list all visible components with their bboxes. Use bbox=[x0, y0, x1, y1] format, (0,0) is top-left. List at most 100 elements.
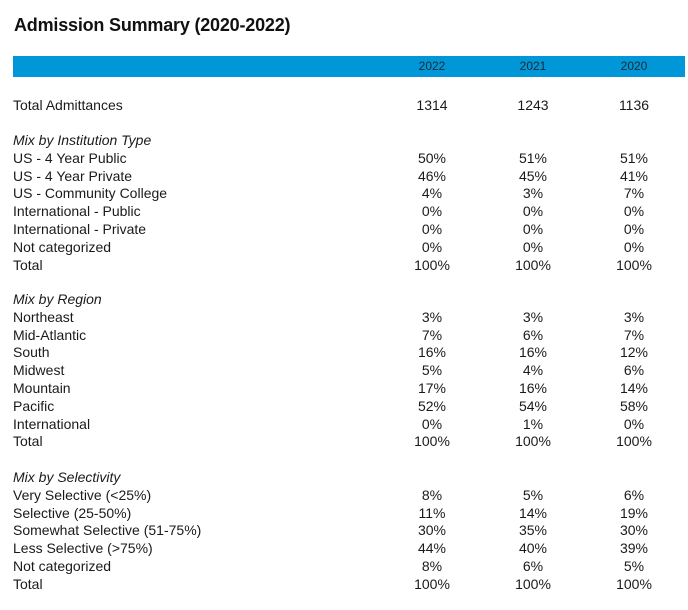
table-row: Total 100% 100% 100% bbox=[13, 432, 685, 450]
table-row: Pacific 52% 54% 58% bbox=[13, 397, 685, 415]
cell-value-2022: 50% bbox=[417, 149, 447, 166]
row-label: Northeast bbox=[13, 308, 74, 325]
cell-value-2021: 5% bbox=[522, 486, 544, 503]
table-row: Mountain 17% 16% 14% bbox=[13, 379, 685, 397]
cell-value-2021: 54% bbox=[518, 397, 548, 414]
year-header-2021: 2021 bbox=[519, 59, 547, 73]
table-row: Midwest 5% 4% 6% bbox=[13, 361, 685, 379]
row-label: Midwest bbox=[13, 362, 65, 379]
cell-value-2021: 100% bbox=[515, 256, 551, 273]
table-row: Not categorized 8% 6% 5% bbox=[13, 557, 685, 575]
cell-value-2020: 14% bbox=[619, 380, 649, 396]
cell-value-2022: 100% bbox=[414, 433, 450, 450]
cell-value-2020: 6% bbox=[623, 362, 645, 379]
cell-value-2021: 100% bbox=[515, 575, 551, 592]
row-label: International bbox=[13, 415, 91, 432]
table-row: International - Public 0% 0% 0% bbox=[13, 202, 685, 220]
table-row: International 0% 1% 0% bbox=[13, 415, 685, 433]
row-label: International - Private bbox=[13, 221, 147, 237]
cell-value-2020: 7% bbox=[623, 185, 645, 202]
table-row: International - Private 0% 0% 0% bbox=[13, 220, 685, 238]
table-row: Not categorized 0% 0% 0% bbox=[13, 238, 685, 256]
cell-value-2020: 7% bbox=[623, 326, 645, 343]
table-row: US - 4 Year Public 50% 51% 51% bbox=[13, 149, 685, 167]
cell-value-2021: 3% bbox=[522, 185, 544, 202]
cell-value-2022: 4% bbox=[421, 185, 443, 202]
row-label: US - Community College bbox=[13, 185, 168, 202]
row-label: Total bbox=[13, 575, 43, 592]
cell-value-2021: 4% bbox=[522, 362, 544, 379]
cell-value-2022: 8% bbox=[421, 558, 443, 574]
cell-value-2021: 40% bbox=[518, 540, 548, 557]
cell-value-2022: 17% bbox=[417, 380, 447, 396]
cell-value-2022: 3% bbox=[421, 308, 443, 325]
cell-value-2020: 19% bbox=[619, 504, 649, 521]
cell-value-2020: 6% bbox=[623, 486, 645, 503]
selectivity-heading: Mix by Selectivity bbox=[13, 468, 685, 486]
cell-value-2020: 41% bbox=[619, 167, 649, 184]
year-header-2022: 2022 bbox=[418, 59, 446, 73]
row-label: International - Public bbox=[13, 203, 141, 220]
section-heading: Mix by Institution Type bbox=[13, 132, 152, 148]
cell-value-2022: 100% bbox=[414, 256, 450, 273]
institution-type-heading: Mix by Institution Type bbox=[13, 131, 685, 149]
row-label: Not categorized bbox=[13, 558, 112, 574]
cell-value-2022: 11% bbox=[418, 504, 446, 521]
cell-value-2020: 100% bbox=[616, 433, 652, 450]
table-row: South 16% 16% 12% bbox=[13, 343, 685, 361]
cell-value-2022: 0% bbox=[421, 221, 443, 237]
row-label: Somewhat Selective (51-75%) bbox=[13, 522, 202, 539]
cell-value-2020: 0% bbox=[623, 221, 645, 237]
row-label: Less Selective (>75%) bbox=[13, 540, 153, 557]
row-label: Total bbox=[13, 433, 43, 450]
cell-value-2021: 6% bbox=[522, 326, 544, 343]
row-label: Total bbox=[13, 256, 43, 273]
cell-value-2022: 8% bbox=[421, 486, 443, 503]
cell-value-2020: 5% bbox=[623, 558, 645, 574]
cell-value-2021: 1% bbox=[522, 415, 544, 432]
cell-value-2020: 1136 bbox=[618, 97, 650, 113]
row-label: Not categorized bbox=[13, 238, 112, 255]
cell-value-2022: 16% bbox=[417, 344, 447, 361]
cell-value-2021: 0% bbox=[522, 221, 544, 237]
row-label: Pacific bbox=[13, 397, 55, 414]
cell-value-2022: 30% bbox=[417, 522, 447, 539]
table-row: Very Selective (<25%) 8% 5% 6% bbox=[13, 486, 685, 504]
cell-value-2020: 0% bbox=[623, 203, 645, 220]
row-label: Mid-Atlantic bbox=[13, 326, 87, 343]
table-row: US - Community College 4% 3% 7% bbox=[13, 184, 685, 202]
table-row: US - 4 Year Private 46% 45% 41% bbox=[13, 167, 685, 185]
row-label: South bbox=[13, 344, 50, 361]
cell-value-2021: 3% bbox=[522, 308, 544, 325]
cell-value-2021: 45% bbox=[518, 167, 548, 184]
cell-value-2021: 51% bbox=[518, 149, 548, 166]
cell-value-2022: 7% bbox=[421, 326, 443, 343]
table-row: Somewhat Selective (51-75%) 30% 35% 30% bbox=[13, 521, 685, 539]
cell-value-2020: 100% bbox=[616, 256, 652, 273]
row-label: US - 4 Year Private bbox=[13, 167, 133, 184]
page-title: Admission Summary (2020-2022) bbox=[14, 15, 291, 35]
cell-value-2021: 1243 bbox=[517, 97, 549, 113]
table-row: Northeast 3% 3% 3% bbox=[13, 308, 685, 326]
cell-value-2022: 46% bbox=[417, 167, 447, 184]
year-header-bar: 2022 2021 2020 bbox=[13, 56, 685, 77]
row-label: Very Selective (<25%) bbox=[13, 486, 152, 503]
cell-value-2021: 0% bbox=[522, 203, 544, 220]
cell-value-2022: 100% bbox=[414, 575, 450, 592]
cell-value-2020: 100% bbox=[616, 575, 652, 592]
cell-value-2021: 6% bbox=[522, 558, 544, 574]
table-row: Selective (25-50%) 11% 14% 19% bbox=[13, 504, 685, 522]
cell-value-2022: 44% bbox=[417, 540, 447, 557]
cell-value-2022: 0% bbox=[421, 238, 443, 255]
cell-value-2020: 51% bbox=[619, 149, 649, 166]
row-label: Mountain bbox=[13, 380, 71, 396]
row-label: Total Admittances bbox=[13, 97, 123, 113]
section-heading: Mix by Region bbox=[13, 291, 102, 307]
cell-value-2021: 35% bbox=[518, 522, 548, 539]
section-heading: Mix by Selectivity bbox=[13, 469, 121, 485]
cell-value-2022: 0% bbox=[421, 415, 443, 432]
region-heading: Mix by Region bbox=[13, 290, 685, 308]
row-label: US - 4 Year Public bbox=[13, 149, 127, 166]
cell-value-2021: 14% bbox=[518, 504, 548, 521]
table-row: Less Selective (>75%) 44% 40% 39% bbox=[13, 539, 685, 557]
